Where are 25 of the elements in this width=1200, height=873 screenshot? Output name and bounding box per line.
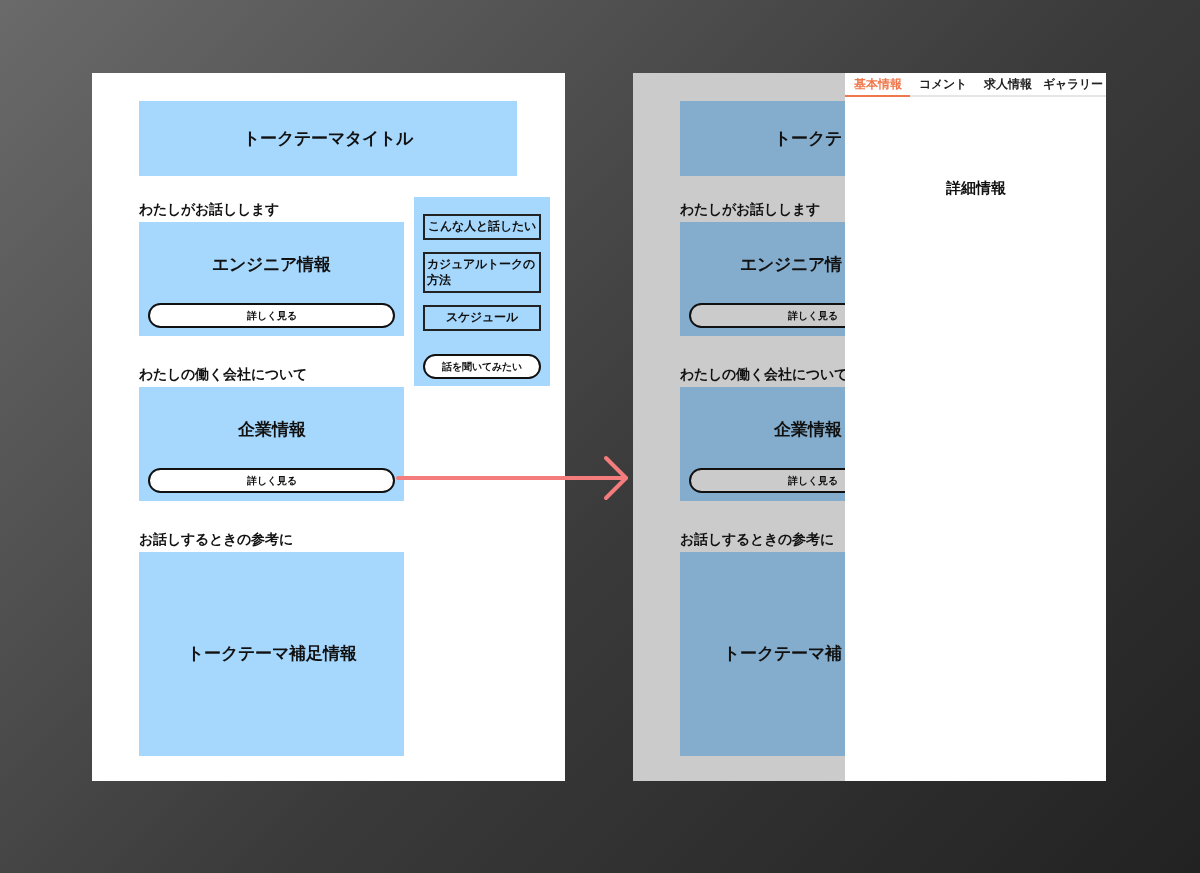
section-heading-text: お話しするときの参考に: [680, 530, 834, 549]
card-title: エンジニア情報: [211, 254, 332, 276]
details-button[interactable]: 詳しく見る: [148, 303, 395, 328]
card-title: トークテーマ補: [722, 643, 843, 665]
contact-button[interactable]: 話を聞いてみたい: [423, 354, 541, 379]
nav-link-button[interactable]: カジュアルトークの方法: [423, 252, 541, 294]
nav-link-button[interactable]: スケジュール: [423, 305, 541, 332]
card-title: エンジニア情: [739, 254, 843, 276]
section-heading-text: わたしの働く会社について: [139, 365, 307, 384]
card-title: トークテーマ補足情報: [185, 643, 358, 665]
section-heading-text: わたしがお話しします: [680, 200, 820, 219]
details-button[interactable]: 詳しく見る: [148, 468, 395, 493]
details-button[interactable]: 詳しく見る: [689, 303, 845, 328]
drawer-tab[interactable]: ギャラリー: [1040, 73, 1106, 97]
drawer-tab[interactable]: 求人情報: [975, 73, 1041, 97]
card-title: 企業情報: [236, 419, 307, 441]
details-button[interactable]: 詳しく見る: [689, 468, 845, 493]
section-heading-text: わたしがお話しします: [139, 200, 279, 219]
title-banner: トークテ: [680, 101, 845, 176]
drawer-tab[interactable]: コメント: [910, 73, 976, 97]
section-heading-text: お話しするときの参考に: [139, 530, 293, 549]
detail-title: 詳細情報: [945, 179, 1006, 198]
title-banner: トークテーマタイトル: [139, 101, 517, 176]
card-title: 企業情報: [773, 419, 843, 441]
nav-link-button[interactable]: こんな人と話したい: [423, 214, 541, 240]
